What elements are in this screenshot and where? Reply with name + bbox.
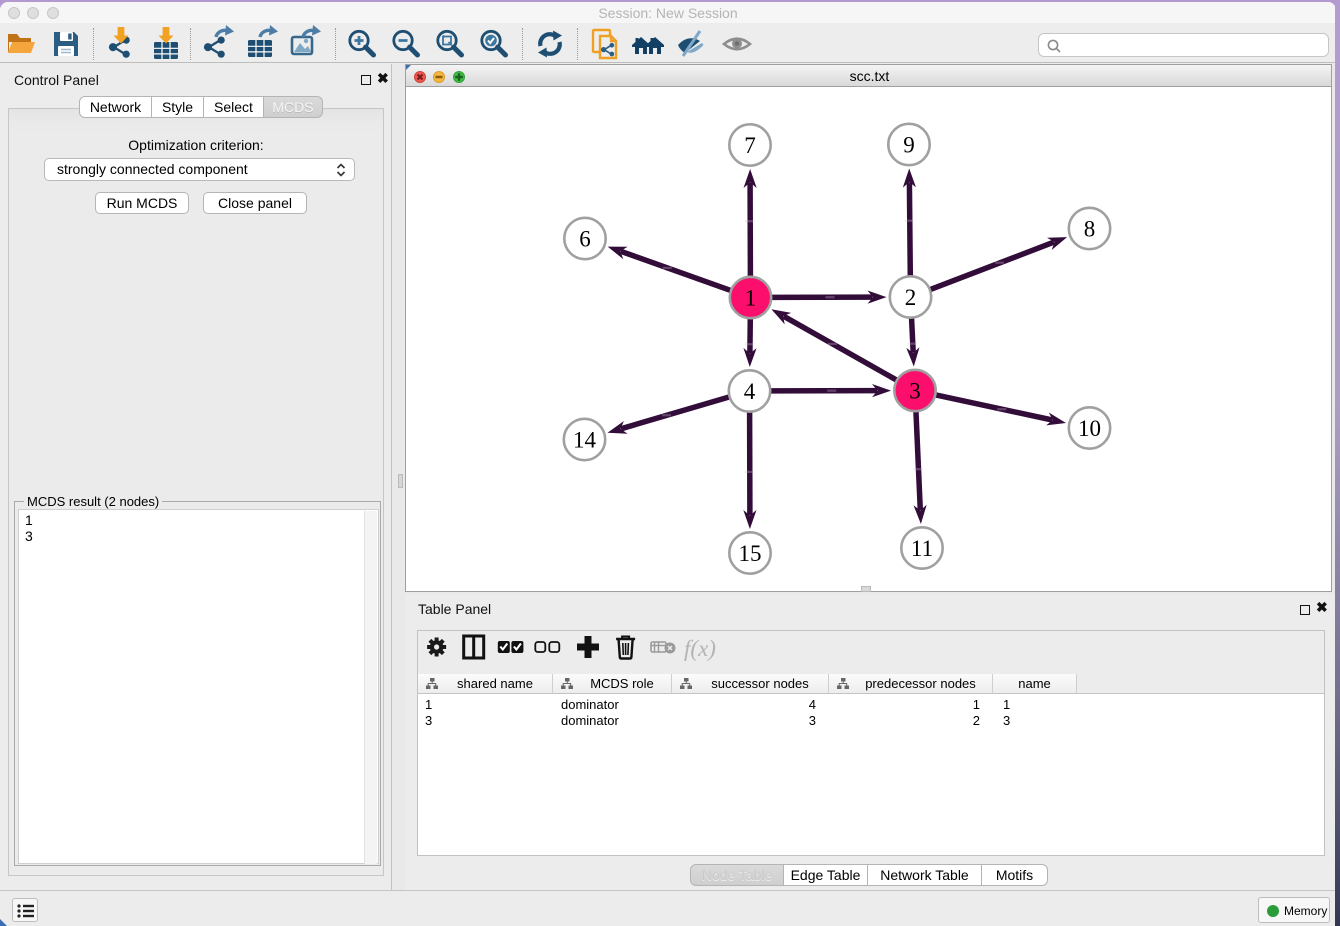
- svg-text:15: 15: [739, 541, 762, 566]
- svg-text:7: 7: [744, 133, 756, 158]
- svg-text:11: 11: [911, 536, 933, 561]
- svg-text:14: 14: [573, 428, 597, 453]
- svg-text:f(x): f(x): [684, 636, 716, 661]
- svg-text:6: 6: [579, 227, 591, 252]
- svg-text:10: 10: [1078, 416, 1101, 441]
- svg-text:4: 4: [744, 379, 756, 404]
- svg-text:1: 1: [745, 286, 757, 311]
- svg-text:2: 2: [905, 285, 917, 310]
- svg-text:9: 9: [903, 133, 915, 158]
- svg-text:8: 8: [1084, 217, 1096, 242]
- svg-text:3: 3: [909, 379, 921, 404]
